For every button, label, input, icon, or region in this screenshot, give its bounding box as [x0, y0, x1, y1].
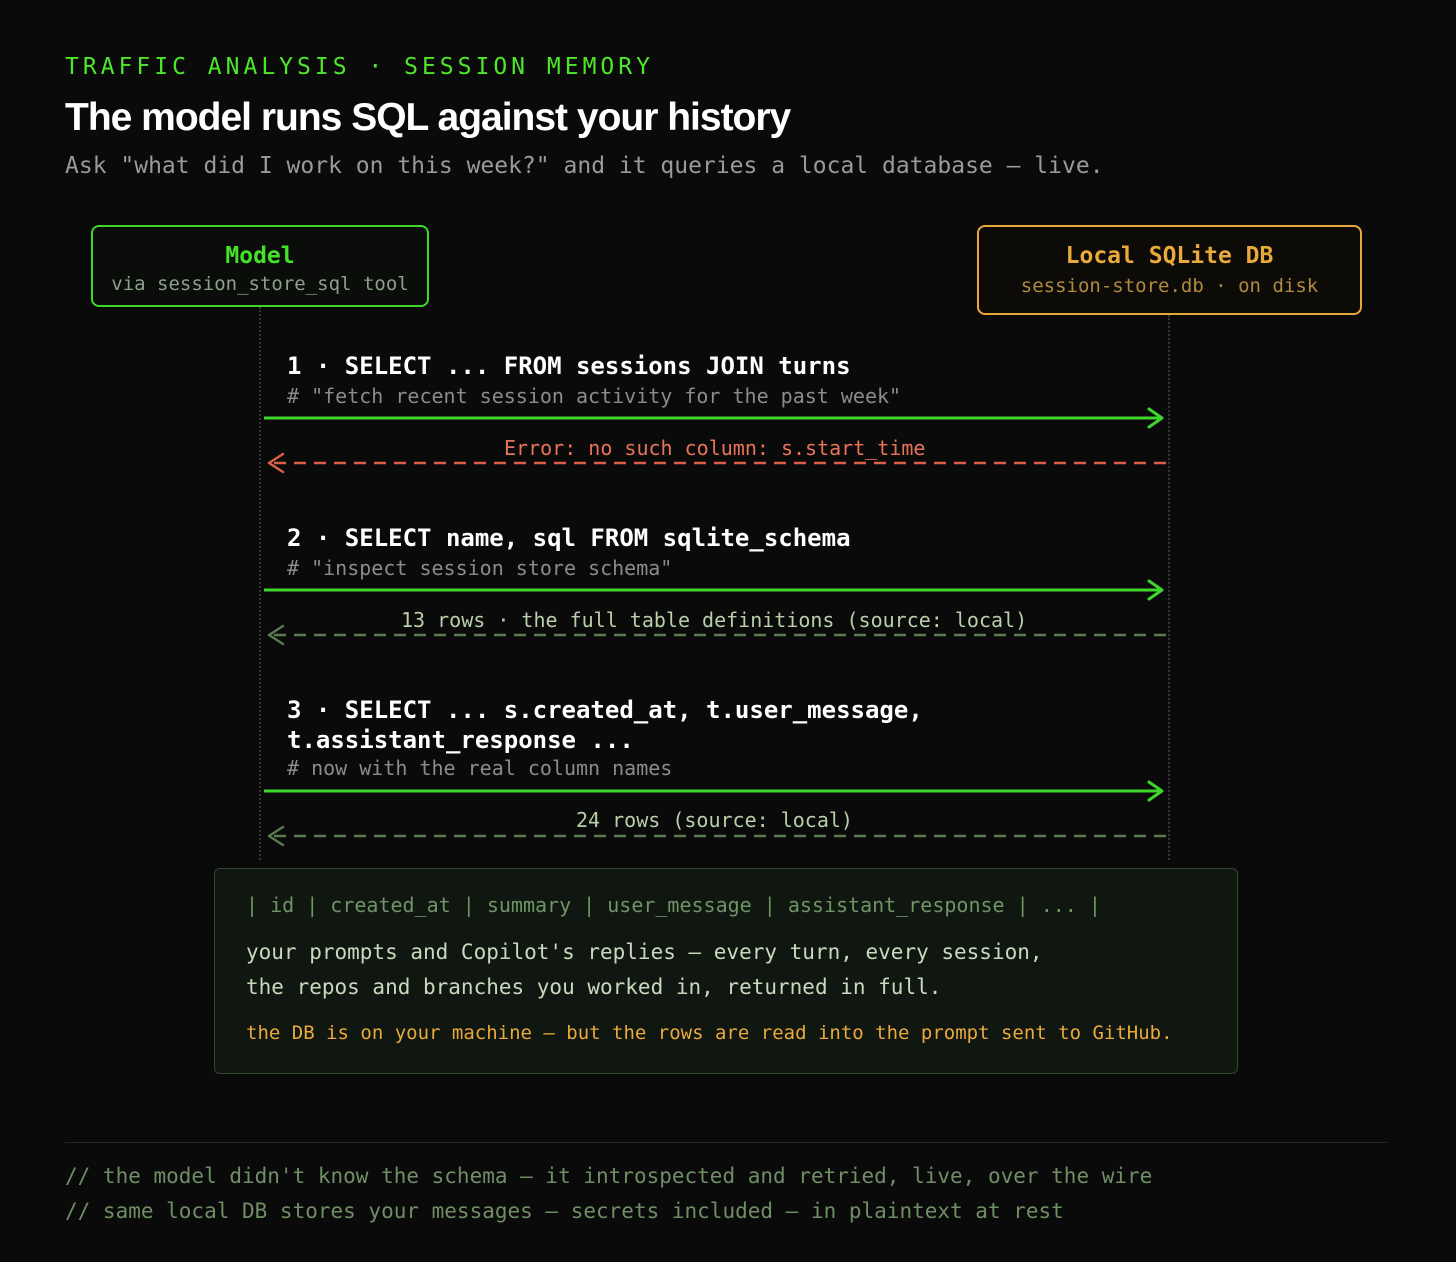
step-2-query: 2 · SELECT name, sql FROM sqlite_schema	[287, 523, 851, 553]
step-3-query-line-2: t.assistant_response ...	[287, 726, 634, 754]
model-actor-name: Model	[225, 243, 295, 269]
step-1-query-line: 1 · SELECT ... FROM sessions JOIN turns	[287, 352, 851, 380]
footer-note-1: // the model didn't know the schema — it…	[65, 1164, 1153, 1188]
model-actor-meta: via session_store_sql tool	[111, 273, 409, 295]
model-lifeline	[259, 307, 261, 860]
result-description-line-1: your prompts and Copilot's replies — eve…	[246, 940, 1043, 964]
step-1-request-arrow	[264, 407, 1164, 429]
footer-divider	[65, 1142, 1387, 1143]
db-actor-box: Local SQLite DB session-store.db · on di…	[977, 225, 1362, 315]
result-description-line-2: the repos and branches you worked in, re…	[246, 975, 942, 999]
model-actor-box: Model via session_store_sql tool	[91, 225, 429, 307]
page-title: The model runs SQL against your history	[65, 96, 791, 139]
page-subtitle: Ask "what did I work on this week?" and …	[65, 153, 1104, 179]
step-3-comment: # now with the real column names	[287, 756, 673, 780]
result-description: your prompts and Copilot's replies — eve…	[246, 935, 1043, 1005]
result-rows-panel: | id | created_at | summary | user_messa…	[214, 868, 1238, 1074]
step-3-query-line-1: 3 · SELECT ... s.created_at, t.user_mess…	[287, 696, 923, 724]
db-lifeline	[1168, 315, 1170, 860]
section-eyebrow: TRAFFIC ANALYSIS · SESSION MEMORY	[65, 54, 654, 80]
db-actor-name: Local SQLite DB	[1065, 243, 1274, 269]
step-1-response: Error: no such column: s.start_time	[504, 436, 926, 460]
result-warning: the DB is on your machine — but the rows…	[246, 1022, 1173, 1044]
db-actor-meta: session-store.db · on disk	[1020, 275, 1319, 297]
step-1-comment: # "fetch recent session activity for the…	[287, 384, 902, 408]
step-2-comment: # "inspect session store schema"	[287, 556, 673, 580]
step-2-request-arrow	[264, 579, 1164, 601]
step-3-response: 24 rows (source: local)	[576, 808, 853, 832]
step-2-response: 13 rows · the full table definitions (so…	[401, 608, 1028, 632]
step-2-query-line: 2 · SELECT name, sql FROM sqlite_schema	[287, 524, 851, 552]
step-1-query: 1 · SELECT ... FROM sessions JOIN turns	[287, 351, 851, 381]
step-3-request-arrow	[264, 780, 1164, 802]
result-columns-header: | id | created_at | summary | user_messa…	[246, 893, 1101, 917]
step-3-query: 3 · SELECT ... s.created_at, t.user_mess…	[287, 695, 923, 755]
footer-note-2: // same local DB stores your messages — …	[65, 1199, 1064, 1223]
